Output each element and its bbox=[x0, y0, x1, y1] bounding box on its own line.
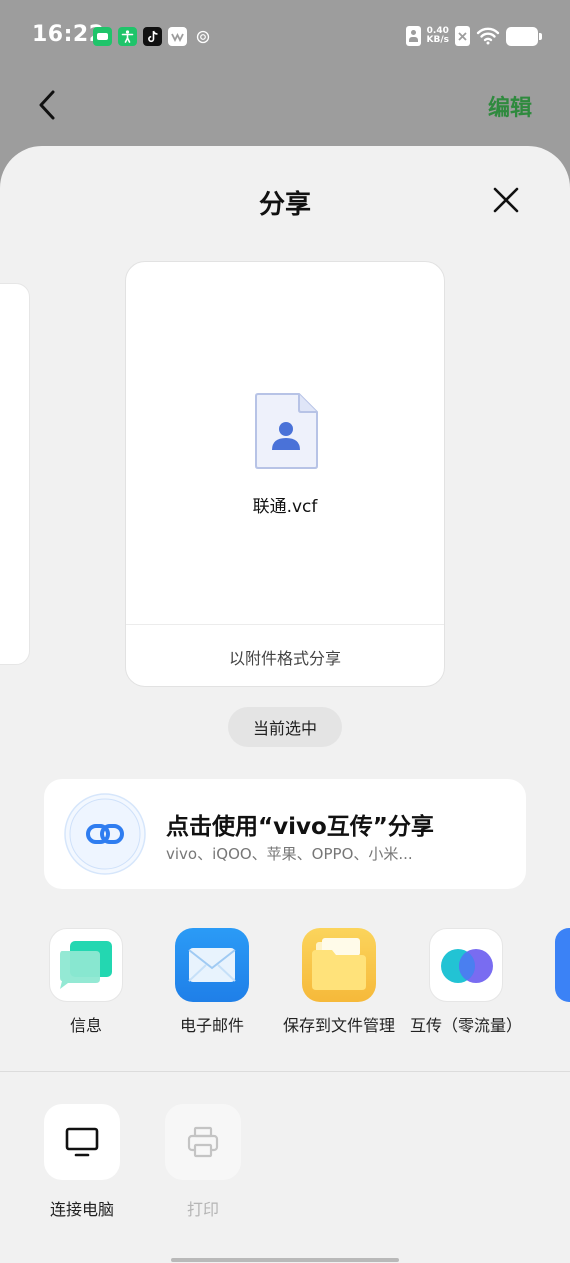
copyright-icon bbox=[193, 27, 212, 46]
tool-label: 连接电脑 bbox=[49, 1200, 114, 1219]
wifi-icon bbox=[476, 27, 500, 45]
folder-icon bbox=[302, 928, 376, 1002]
tool-print[interactable]: 打印 bbox=[148, 1104, 258, 1220]
app-label: 互传（零流量） bbox=[409, 1016, 522, 1035]
tiktok-icon bbox=[143, 27, 162, 46]
messages-icon bbox=[49, 928, 123, 1002]
edit-button[interactable]: 编辑 bbox=[488, 90, 532, 122]
email-icon bbox=[175, 928, 249, 1002]
status-app-icons bbox=[93, 27, 212, 46]
share-app-messages[interactable]: 信息 bbox=[26, 928, 146, 1036]
app-label: 信息 bbox=[69, 1016, 102, 1035]
close-icon[interactable] bbox=[492, 186, 520, 214]
accessibility-icon bbox=[118, 27, 137, 46]
link-icon bbox=[64, 793, 146, 875]
vivo-share-title: 点击使用“vivo互传”分享 bbox=[166, 814, 434, 840]
no-sim-icon bbox=[455, 26, 470, 46]
battery-icon bbox=[506, 26, 542, 46]
net-speed-unit: KB/s bbox=[426, 35, 449, 45]
contact-file-icon bbox=[255, 393, 318, 469]
sim-card-icon bbox=[405, 26, 421, 46]
file-preview-card[interactable]: 联通.vcf 以附件格式分享 bbox=[125, 261, 445, 687]
previous-preview-card[interactable] bbox=[0, 283, 30, 665]
vivo-share-subtitle: vivo、iQOO、苹果、OPPO、小米... bbox=[166, 845, 413, 863]
tool-label: 打印 bbox=[186, 1200, 219, 1219]
share-as-attachment[interactable]: 以附件格式分享 bbox=[126, 645, 444, 669]
bilibili-icon bbox=[168, 27, 187, 46]
status-right: 0.40 KB/s bbox=[405, 26, 542, 46]
home-indicator[interactable] bbox=[171, 1258, 399, 1262]
file-name: 联通.vcf bbox=[252, 497, 318, 517]
next-app-icon[interactable] bbox=[555, 928, 570, 1002]
vivo-share-card[interactable]: 点击使用“vivo互传”分享 vivo、iQOO、苹果、OPPO、小米... bbox=[44, 779, 526, 889]
net-speed: 0.40 KB/s bbox=[427, 27, 449, 45]
status-bar: 16:22 0.40 KB/s bbox=[0, 0, 570, 72]
chat-app-icon bbox=[93, 27, 112, 46]
share-app-email[interactable]: 电子邮件 bbox=[152, 928, 272, 1036]
tool-connect-pc[interactable]: 连接电脑 bbox=[27, 1104, 137, 1220]
share-sheet: 分享 联通.vcf 以附件格式分享 当前选中 点击使用“vivo互传”分享 vi… bbox=[0, 146, 570, 1263]
card-divider bbox=[126, 624, 444, 625]
share-app-vivo-transfer[interactable]: 互传（零流量） bbox=[406, 928, 526, 1036]
app-label: 保存到文件管理 bbox=[282, 1016, 395, 1035]
current-selected-pill: 当前选中 bbox=[228, 707, 342, 747]
app-label: 电子邮件 bbox=[179, 1016, 244, 1035]
section-divider bbox=[0, 1071, 570, 1072]
vivo-share-icon bbox=[429, 928, 503, 1002]
sheet-title: 分享 bbox=[258, 190, 311, 220]
monitor-icon bbox=[44, 1104, 120, 1180]
share-app-file-manager[interactable]: 保存到文件管理 bbox=[279, 928, 399, 1036]
printer-icon bbox=[165, 1104, 241, 1180]
share-apps-row: 信息 电子邮件 保存到文件管理 互传（零流量） bbox=[0, 928, 570, 1058]
back-arrow-icon[interactable] bbox=[36, 88, 60, 122]
